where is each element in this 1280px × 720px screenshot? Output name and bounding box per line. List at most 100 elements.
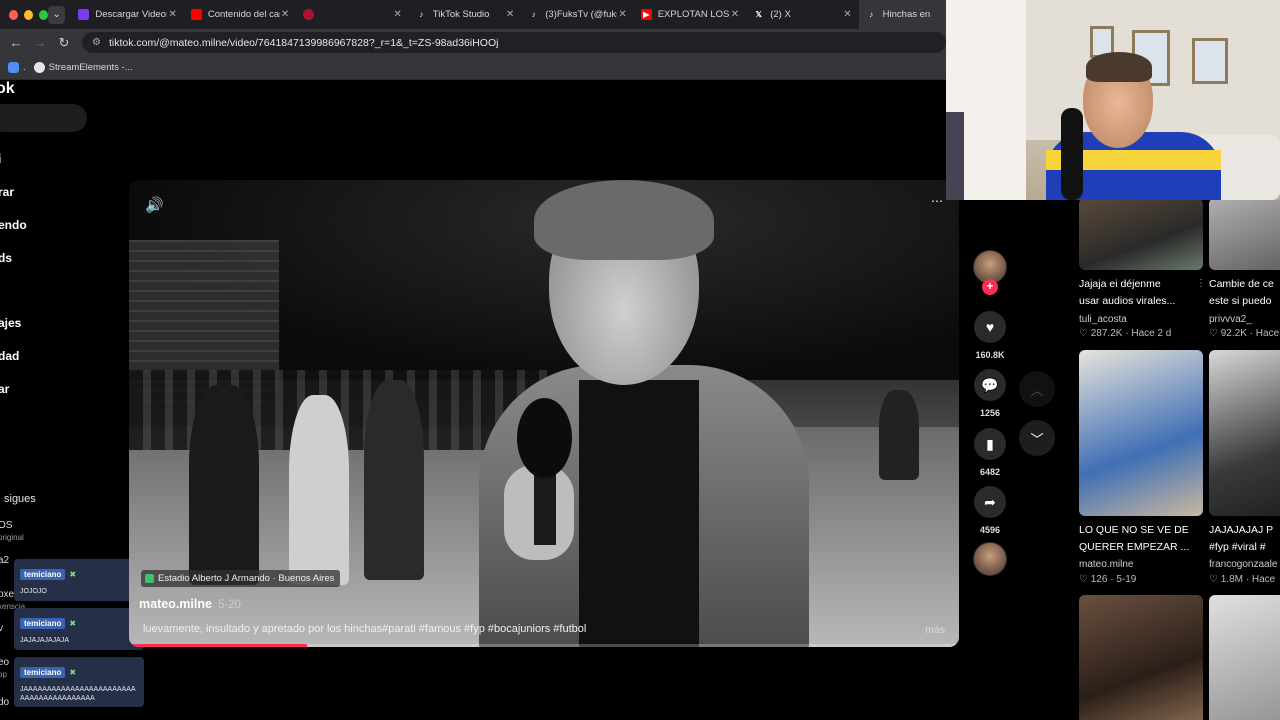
followed-account[interactable]: v — [0, 623, 3, 634]
followed-account[interactable]: a2 — [0, 555, 9, 566]
nav-item[interactable]: dad — [0, 349, 19, 363]
browser-tab[interactable]: Contenido del can ✕ — [184, 0, 296, 29]
maximize-window-button[interactable] — [39, 9, 48, 20]
rec-when: Hace — [1251, 574, 1276, 585]
video-microphone — [517, 398, 572, 478]
close-tab-icon[interactable]: ✕ — [843, 9, 851, 20]
chevron-up-icon[interactable]: ︿ — [1019, 371, 1055, 407]
tiktok-logo[interactable]: ok — [0, 80, 15, 98]
heart-icon[interactable]: ♥ — [974, 311, 1006, 343]
search-input[interactable] — [0, 104, 87, 132]
chat-badge-icon: ✖ — [69, 570, 77, 579]
rec-title[interactable]: JAJAJAJAJ P — [1209, 522, 1280, 538]
cloud-icon — [8, 62, 19, 73]
video-thumbnail[interactable] — [1079, 198, 1203, 270]
following-header: sigues — [4, 493, 36, 505]
followed-account-sub: op — [0, 670, 7, 679]
rec-title[interactable]: Cambie de ce — [1209, 276, 1280, 292]
forward-icon[interactable]: → — [28, 35, 52, 50]
close-tab-icon[interactable]: ✕ — [618, 9, 626, 20]
followed-account[interactable]: oxe — [0, 589, 14, 600]
comment-icon[interactable]: 💬 — [974, 369, 1006, 401]
video-person — [189, 385, 259, 585]
more-options-icon[interactable]: ⋯ — [931, 194, 943, 208]
nav-item[interactable]: rar — [0, 185, 14, 199]
bookmark-streamelements[interactable]: StreamElements -... — [33, 62, 133, 73]
video-thumbnail[interactable] — [1209, 595, 1280, 720]
tab-title: EXPLOTAN LOS H — [657, 9, 730, 20]
more-caption-link[interactable]: más — [925, 624, 945, 636]
browser-tab[interactable]: ♪ (3)FuksTv (@fuks ✕ — [521, 0, 633, 29]
browser-tabbar: ⌄ Descargar Videos ✕ Contenido del can ✕ ✕… — [0, 0, 947, 29]
close-tab-icon[interactable]: ✕ — [731, 9, 739, 20]
close-tab-icon[interactable]: ✕ — [281, 9, 289, 20]
browser-tab[interactable]: ✕ — [296, 0, 408, 29]
nav-item[interactable]: i — [0, 152, 1, 166]
rec-user[interactable]: tuli_acosta — [1079, 314, 1127, 325]
bookmarks-bar: . StreamElements -... — [0, 56, 946, 80]
bookmark-cloud[interactable]: . — [8, 62, 26, 73]
minimize-window-button[interactable] — [24, 9, 33, 20]
browser-tab[interactable]: 𝕏 (2) X ✕ — [746, 0, 858, 29]
video-progress-bar[interactable] — [129, 644, 959, 647]
video-thumbnail[interactable] — [1079, 595, 1203, 720]
browser-tab[interactable]: ▶ EXPLOTAN LOS H✕ — [634, 0, 746, 29]
video-progress-fill — [129, 644, 308, 647]
rec-title[interactable]: Jajaja ei déjenme — [1079, 276, 1205, 292]
video-main-person-shirt — [579, 380, 699, 647]
video-thumbnail[interactable] — [1209, 198, 1280, 270]
nav-item[interactable]: endo — [0, 218, 27, 232]
music-disc-avatar[interactable] — [973, 542, 1007, 576]
site-settings-icon[interactable]: ⚙ — [92, 37, 101, 48]
follow-plus-icon[interactable]: + — [982, 279, 998, 295]
tab-search-icon[interactable]: ⌄ — [48, 5, 66, 24]
video-author[interactable]: mateo.milne 5-20 — [139, 597, 241, 611]
tab-favicon — [78, 9, 90, 20]
nav-item[interactable]: ar — [0, 382, 9, 396]
tab-title: Contenido del can — [207, 9, 280, 20]
window-controls — [0, 9, 48, 20]
share-count: 4596 — [979, 525, 1001, 535]
rec-user[interactable]: francogonzaale — [1209, 559, 1277, 570]
rec-stats: ♡ 287.2K · Hace 2 d — [1079, 328, 1172, 339]
video-caption: luevamente, insultado y apretado por los… — [143, 623, 587, 635]
browser-tab[interactable]: Descargar Videos ✕ — [71, 0, 183, 29]
close-tab-icon[interactable]: ✕ — [168, 9, 176, 20]
followed-account[interactable]: OS — [0, 520, 12, 531]
recommended-videos: ⋮ Jajaja ei déjenme usar audios virales.… — [1068, 198, 1280, 720]
chat-message: temiciano ✖ JAAAAAAAAAAAAAAAAAAAAAAAAAAAA… — [14, 657, 144, 707]
back-icon[interactable]: ← — [4, 35, 28, 50]
webcam-bottle — [946, 112, 964, 200]
volume-icon[interactable]: 🔊 — [145, 196, 164, 214]
video-thumbnail[interactable] — [1209, 350, 1280, 516]
bookmark-icon[interactable]: ▮ — [974, 428, 1006, 460]
webcam-person-hair — [1086, 52, 1152, 82]
followed-account[interactable]: do — [0, 697, 9, 708]
video-thumbnail[interactable] — [1079, 350, 1203, 516]
rec-title[interactable]: QUERER EMPEZAR ... — [1079, 539, 1205, 555]
close-window-button[interactable] — [9, 9, 18, 20]
rec-title[interactable]: usar audios virales... — [1079, 293, 1205, 309]
close-tab-icon[interactable]: ✕ — [393, 9, 401, 20]
location-tag[interactable]: Estadio Alberto J Armando · Buenos Aires — [141, 570, 341, 587]
rec-title[interactable]: LO QUE NO SE VE DE — [1079, 522, 1205, 538]
followed-account[interactable]: eo — [0, 657, 9, 668]
rec-when: Hace 2 d — [1131, 328, 1172, 339]
browser-tab-active[interactable]: ♪ Hinchas en — [858, 0, 947, 29]
rec-user[interactable]: mateo.milne — [1079, 559, 1133, 570]
heart-outline-icon: ♡ — [1209, 574, 1221, 585]
rec-user[interactable]: privvva2_ — [1209, 314, 1252, 325]
rec-title[interactable]: #fyp #viral # — [1209, 539, 1280, 555]
video-player[interactable]: 🔊 ⋯ Estadio Alberto J Armando · Buenos A… — [129, 180, 959, 647]
video-main-person-hair — [534, 180, 714, 260]
rec-title[interactable]: este si puedo — [1209, 293, 1280, 309]
nav-item[interactable]: ds — [0, 251, 12, 265]
nav-item[interactable]: ajes — [0, 316, 21, 330]
tab-favicon — [190, 9, 202, 20]
chevron-down-icon[interactable]: ﹀ — [1019, 420, 1055, 456]
close-tab-icon[interactable]: ✕ — [506, 9, 514, 20]
reload-icon[interactable]: ↻ — [52, 35, 76, 51]
share-icon[interactable]: ➦ — [974, 486, 1006, 518]
browser-tab[interactable]: ♪ TikTok Studio ✕ — [409, 0, 521, 29]
url-field[interactable]: ⚙ tiktok.com/@mateo.milne/video/764184713… — [82, 32, 946, 53]
